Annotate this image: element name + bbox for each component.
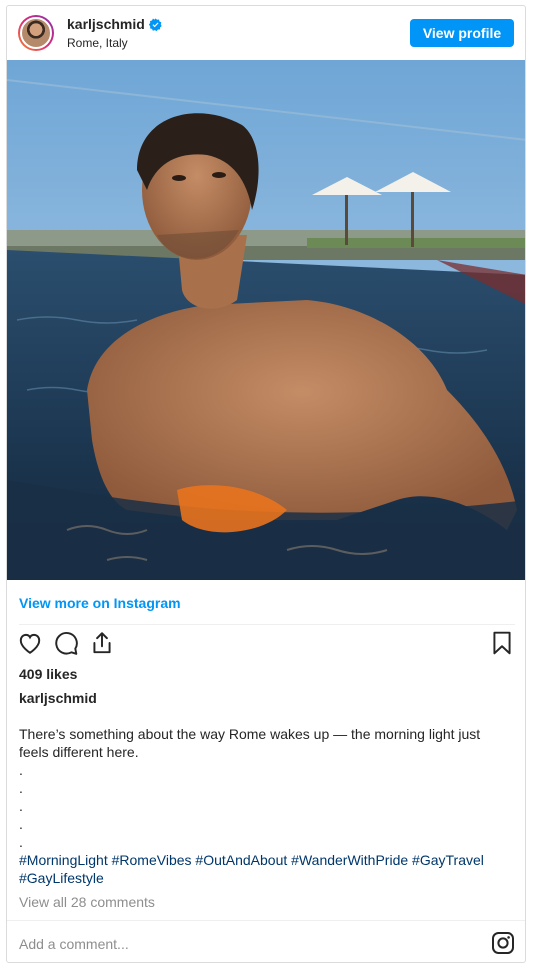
divider (7, 920, 525, 921)
hashtag-link[interactable]: #OutAndAbout (195, 852, 287, 868)
caption: There’s something about the way Rome wak… (19, 725, 509, 887)
caption-dot: . (19, 762, 23, 778)
hashtag-link[interactable]: #WanderWithPride (291, 852, 408, 868)
hashtags: #MorningLight #RomeVibes #OutAndAbout #W… (19, 851, 509, 887)
view-all-comments-link[interactable]: View all 28 comments (19, 894, 155, 910)
caption-username[interactable]: karljschmid (19, 690, 97, 706)
username-link[interactable]: karljschmid (67, 16, 145, 32)
instagram-embed-card: karljschmid Rome, Italy View profile Vie… (6, 5, 526, 963)
post-header: karljschmid Rome, Italy View profile (7, 6, 525, 60)
username-row: karljschmid (67, 16, 162, 32)
pool-photo (7, 60, 525, 580)
caption-dots: . . . . . (19, 761, 509, 851)
caption-dot: . (19, 780, 23, 796)
hashtag-link[interactable]: #RomeVibes (112, 852, 192, 868)
caption-dot: . (19, 834, 23, 850)
verified-badge-icon (148, 17, 162, 31)
add-comment-input[interactable]: Add a comment... (19, 936, 129, 952)
hashtag-link[interactable]: #MorningLight (19, 852, 108, 868)
heart-icon[interactable] (17, 630, 43, 656)
caption-text: There’s something about the way Rome wak… (19, 726, 481, 760)
view-profile-button[interactable]: View profile (410, 19, 514, 47)
avatar[interactable] (18, 15, 54, 51)
post-image[interactable] (7, 60, 525, 580)
divider (19, 624, 515, 625)
hashtag-link[interactable]: #GayLifestyle (19, 870, 104, 886)
bookmark-icon[interactable] (489, 630, 515, 656)
likes-count[interactable]: 409 likes (19, 666, 77, 682)
view-more-on-instagram-link[interactable]: View more on Instagram (19, 595, 181, 611)
instagram-logo-icon[interactable] (491, 931, 515, 955)
caption-dot: . (19, 816, 23, 832)
location-label[interactable]: Rome, Italy (67, 36, 128, 50)
caption-dot: . (19, 798, 23, 814)
action-bar (17, 630, 515, 660)
comment-icon[interactable] (53, 630, 79, 656)
share-icon[interactable] (89, 630, 115, 656)
avatar-image (20, 17, 52, 49)
hashtag-link[interactable]: #GayTravel (412, 852, 484, 868)
